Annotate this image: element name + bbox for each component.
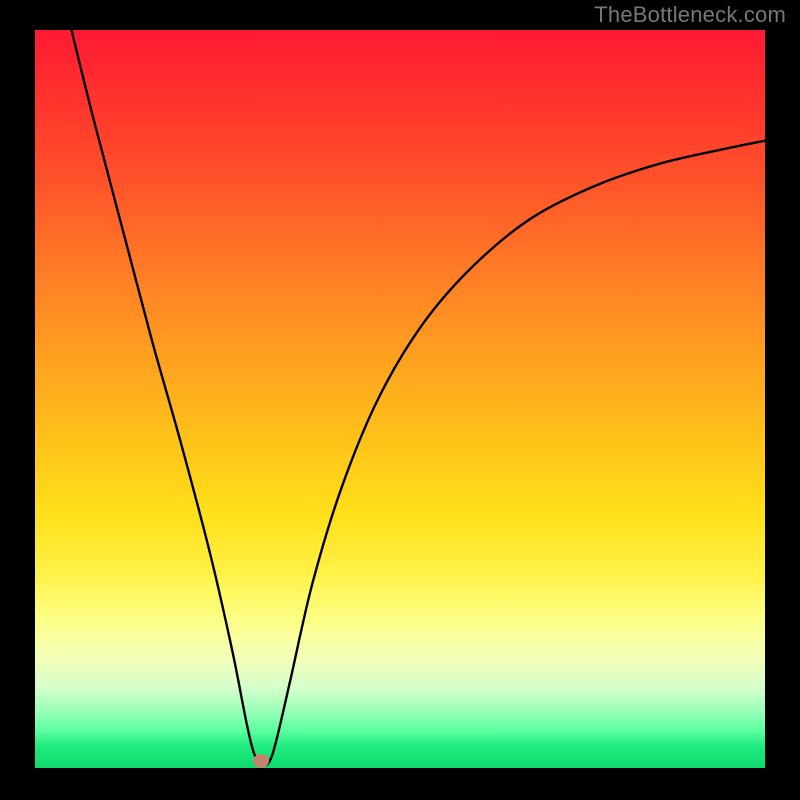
bottleneck-curve-path xyxy=(72,30,766,766)
chart-container: TheBottleneck.com xyxy=(0,0,800,800)
minimum-marker xyxy=(253,754,269,768)
watermark-text: TheBottleneck.com xyxy=(594,2,786,28)
bottleneck-curve-svg xyxy=(35,30,765,768)
